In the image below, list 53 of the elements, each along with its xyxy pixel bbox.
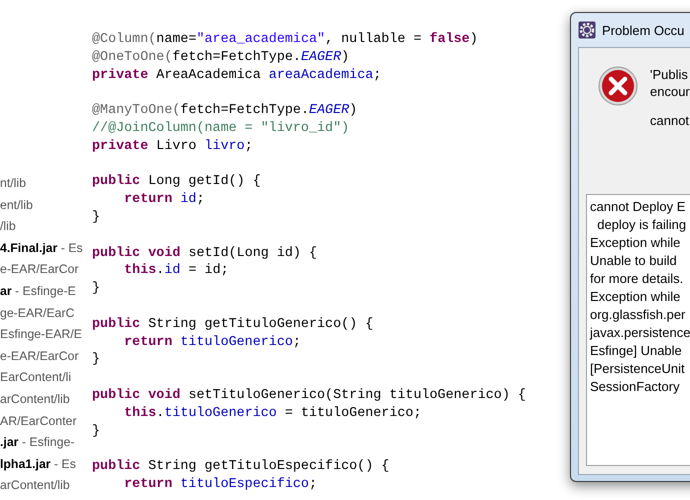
file-path-entry[interactable]: e-EAR/EarCor xyxy=(0,346,90,368)
file-path-entry[interactable]: arContent/lib xyxy=(0,388,90,411)
code-line: @OneToOne(fetch=FetchType.EAGER) xyxy=(92,48,350,67)
details-line: deploy is failing xyxy=(596,216,688,234)
file-path-entry[interactable]: .jar - Esfinge- xyxy=(0,432,90,454)
error-message: encour xyxy=(650,83,690,100)
file-path-entry[interactable]: lpha1.jar - Es xyxy=(0,454,90,476)
details-line: SessionFactory xyxy=(590,378,681,396)
error-message: 'Publis xyxy=(650,66,689,83)
code-line: //@JoinColumn(name = "livro_id") xyxy=(92,120,350,138)
details-line: org.glassfish.per xyxy=(590,306,686,324)
details-text-area[interactable]: cannot Deploy E deploy is failing Exception while Unable to build for more details. Exception while org.glassfish.per javax.persistence Esfinge] Unable [PersistenceUnit SessionFactory xyxy=(586,194,690,466)
error-icon xyxy=(598,66,638,106)
code-line: } xyxy=(92,351,102,370)
file-path-entry[interactable]: ar - Esfinge-E xyxy=(0,280,90,303)
code-line: @Column(name="area_academica", nullable = false) xyxy=(92,31,479,49)
details-line: for more details. xyxy=(590,270,684,288)
code-line: public void setTituloGenerico(String tituloGenerico) { xyxy=(92,386,526,405)
window-title: Problem Occu xyxy=(602,22,684,38)
file-path-entry[interactable]: /lib xyxy=(0,216,90,238)
gear-icon xyxy=(578,21,596,39)
file-path-entry[interactable]: 4.Final.jar - Es xyxy=(0,238,90,260)
details-line: cannot Deploy E xyxy=(590,198,686,216)
code-line: } xyxy=(92,208,102,227)
details-line: Esfinge] Unable xyxy=(590,342,683,360)
file-path-entry[interactable]: Esfinge-EAR/E xyxy=(0,324,90,346)
file-path-entry[interactable]: ent/lib xyxy=(0,194,90,216)
file-path-entry[interactable]: arContent/lib xyxy=(0,475,90,497)
code-line: return id; xyxy=(123,191,206,209)
error-reason: cannot xyxy=(650,112,690,129)
code-line: } xyxy=(92,422,102,440)
file-path-entry[interactable]: e-EAR/EarCor xyxy=(0,259,90,281)
code-line: private AreaAcademica areaAcademica; xyxy=(92,66,382,84)
file-path-entry[interactable]: AR/EarConter xyxy=(0,410,90,432)
code-line: @ManyToOne(fetch=FetchType.EAGER) xyxy=(92,102,358,120)
code-line: private Livro livro; xyxy=(92,138,254,156)
details-line: Exception while xyxy=(590,288,682,306)
details-line: [PersistenceUnit xyxy=(590,360,686,378)
details-line: javax.persistence xyxy=(590,324,690,342)
code-line: } xyxy=(92,280,102,298)
file-path-entry[interactable]: EarContent/li xyxy=(0,367,90,389)
file-path-entry[interactable]: ge-EAR/EarC xyxy=(0,302,90,324)
code-line: public void setId(Long id) { xyxy=(92,244,318,262)
details-line: Exception while xyxy=(590,234,682,252)
code-line: return tituloGenerico; xyxy=(123,334,302,352)
code-line: public Long getId() { xyxy=(92,173,262,192)
details-line: Unable to build xyxy=(590,252,678,270)
code-line: this.id = id; xyxy=(123,262,230,280)
code-line: return tituloEspecifico; xyxy=(123,476,318,494)
code-line: this.tituloGenerico = tituloGenerico; xyxy=(123,404,422,423)
file-path-entry[interactable]: nt/lib xyxy=(0,173,90,195)
code-line: public String getTituloGenerico() { xyxy=(92,316,374,334)
code-line: public String getTituloEspecifico() { xyxy=(92,458,390,476)
